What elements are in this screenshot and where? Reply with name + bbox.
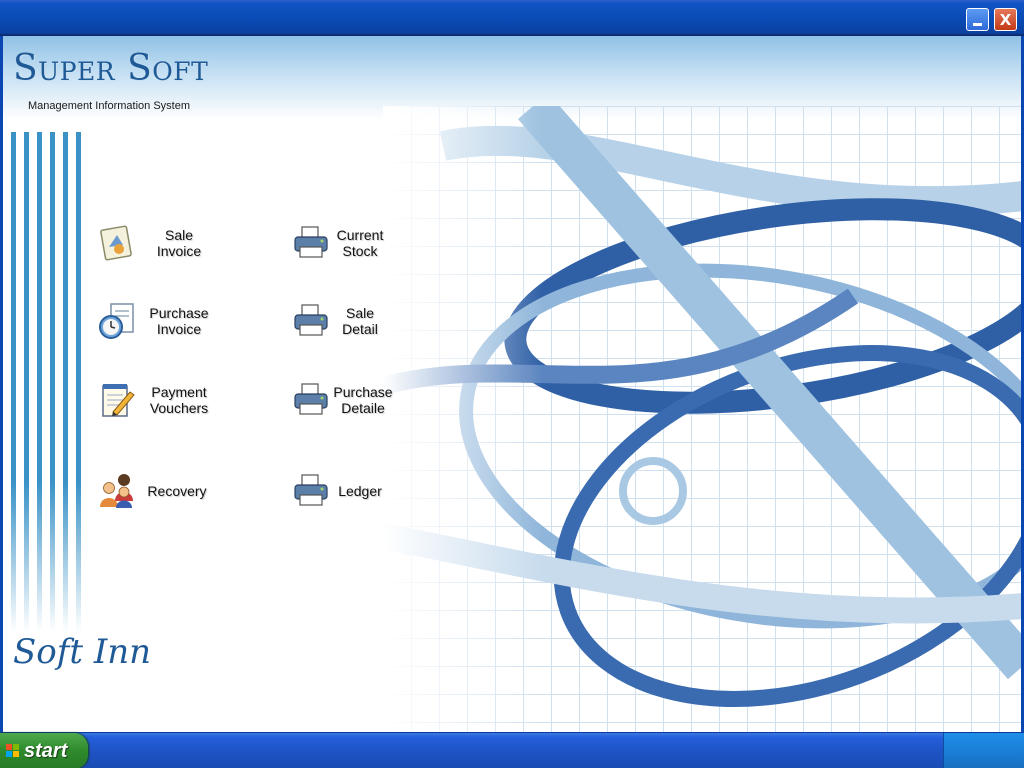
decorative-stripes	[11, 132, 83, 632]
clock-document-icon	[99, 303, 134, 339]
windows-flag-icon	[6, 744, 19, 757]
desktop-screen: X Super Soft Management Information Syst…	[0, 0, 1024, 768]
start-button[interactable]: start	[0, 733, 88, 768]
menu-ledger[interactable]: Ledger	[291, 471, 389, 511]
menu-purchase-detaile-label: Purchase Detaile	[333, 384, 393, 416]
menu-purchase-invoice[interactable]: Purchase Invoice	[97, 301, 221, 341]
background-swirl-art	[383, 106, 1021, 732]
taskbar: start	[0, 732, 1024, 768]
menu-current-stock[interactable]: Current Stock	[291, 223, 389, 263]
minimize-icon	[973, 22, 982, 26]
start-label: start	[24, 739, 68, 762]
printer-icon	[294, 474, 328, 506]
minimize-button[interactable]	[966, 8, 989, 31]
printer-icon	[294, 383, 328, 415]
menu-recovery[interactable]: Recovery	[97, 471, 217, 511]
printer-icon	[294, 304, 328, 336]
notepad-pencil-icon	[102, 384, 135, 417]
close-icon: X	[999, 10, 1012, 29]
main-window: Super Soft Management Information System…	[0, 36, 1024, 732]
menu-payment-vouchers-label: Payment Vouchers	[149, 384, 209, 416]
menu-sale-detail[interactable]: Sale Detail	[291, 301, 389, 341]
vendor-logo: Soft Inn	[13, 632, 152, 672]
menu-purchase-invoice-label: Purchase Invoice	[149, 305, 209, 337]
system-tray[interactable]	[943, 733, 1024, 768]
printer-icon	[294, 226, 328, 258]
menu-sale-invoice-label: Sale Invoice	[156, 227, 202, 259]
close-button[interactable]: X	[994, 8, 1017, 31]
app-logo-title: Super Soft	[13, 48, 209, 89]
invoice-document-icon	[100, 225, 132, 261]
people-icon	[100, 474, 133, 508]
menu-payment-vouchers[interactable]: Payment Vouchers	[97, 380, 221, 420]
menu-sale-detail-label: Sale Detail	[342, 305, 378, 337]
menu-current-stock-label: Current Stock	[336, 227, 384, 259]
menu-recovery-label: Recovery	[147, 483, 207, 499]
window-title-bar[interactable]: X	[0, 0, 1024, 36]
menu-ledger-label: Ledger	[338, 483, 382, 499]
menu-purchase-detaile[interactable]: Purchase Detaile	[291, 380, 395, 420]
app-subtitle: Management Information System	[28, 100, 191, 112]
menu-sale-invoice[interactable]: Sale Invoice	[97, 223, 221, 263]
